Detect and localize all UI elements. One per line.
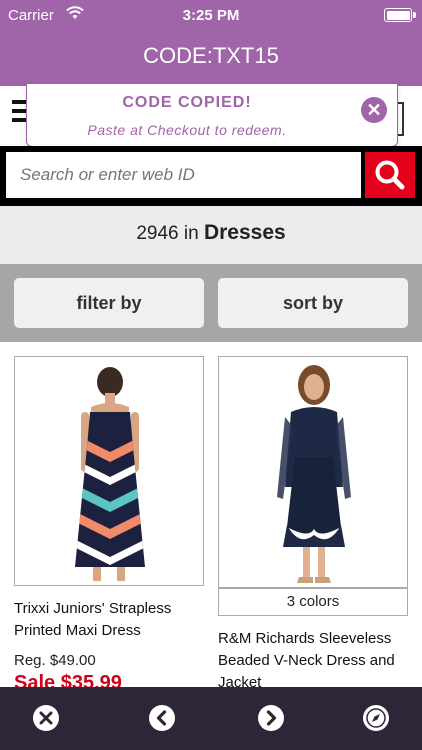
result-category: Dresses [203,221,286,244]
bottom-nav [0,687,422,750]
product-image[interactable] [218,356,408,588]
product-name-line: Trixxi Juniors' Strapless [14,600,172,617]
search-icon [375,160,405,190]
status-time: 3:25 PM [182,7,240,24]
dress-illustration [75,367,145,581]
compass-icon[interactable] [362,704,390,732]
search-input[interactable] [6,152,361,198]
status-bar: Carrier 3:25 PM [0,0,422,30]
sort-by-button[interactable]: sort by [218,278,408,328]
forward-icon[interactable] [257,704,285,732]
result-count-in: in [183,223,199,244]
product-sale-price: Sale $35.99 [14,672,122,687]
search-button[interactable] [365,152,415,198]
product-image[interactable] [14,356,204,586]
filter-sort-bar: filter by sort by [0,264,422,342]
result-count: 2946 in Dresses [0,206,422,264]
search-bar [0,146,422,206]
code-copied-toast: CODE COPIED! Paste at Checkout to redeem… [26,84,398,147]
toast-close-button[interactable]: ✕ [361,97,387,123]
product-name-line: Printed Maxi Dress [14,622,141,639]
product-name-line: R&M Richards Sleeveless [218,630,392,647]
product-name[interactable]: Trixxi Juniors' Strapless Printed Maxi D… [14,598,171,642]
product-name[interactable]: R&M Richards Sleeveless Beaded V-Neck Dr… [218,628,395,687]
product-colors-count[interactable]: 3 colors [218,588,408,616]
promo-code-bar[interactable]: CODE:TXT15 [0,30,422,86]
result-count-number: 2946 [136,223,179,244]
product-name-line: Jacket [218,674,262,687]
filter-by-button[interactable]: filter by [14,278,204,328]
dress-illustration [277,365,351,583]
close-icon: ✕ [366,100,382,120]
close-icon[interactable] [32,704,60,732]
back-icon[interactable] [148,704,176,732]
toast-title: CODE COPIED! [122,94,252,111]
product-regular-price: Reg. $49.00 [14,652,96,669]
product-name-line: Beaded V-Neck Dress and [218,652,395,669]
product-grid: Trixxi Juniors' Strapless Printed Maxi D… [0,342,422,687]
toast-subtitle: Paste at Checkout to redeem. [87,122,287,138]
battery-icon [384,8,416,22]
